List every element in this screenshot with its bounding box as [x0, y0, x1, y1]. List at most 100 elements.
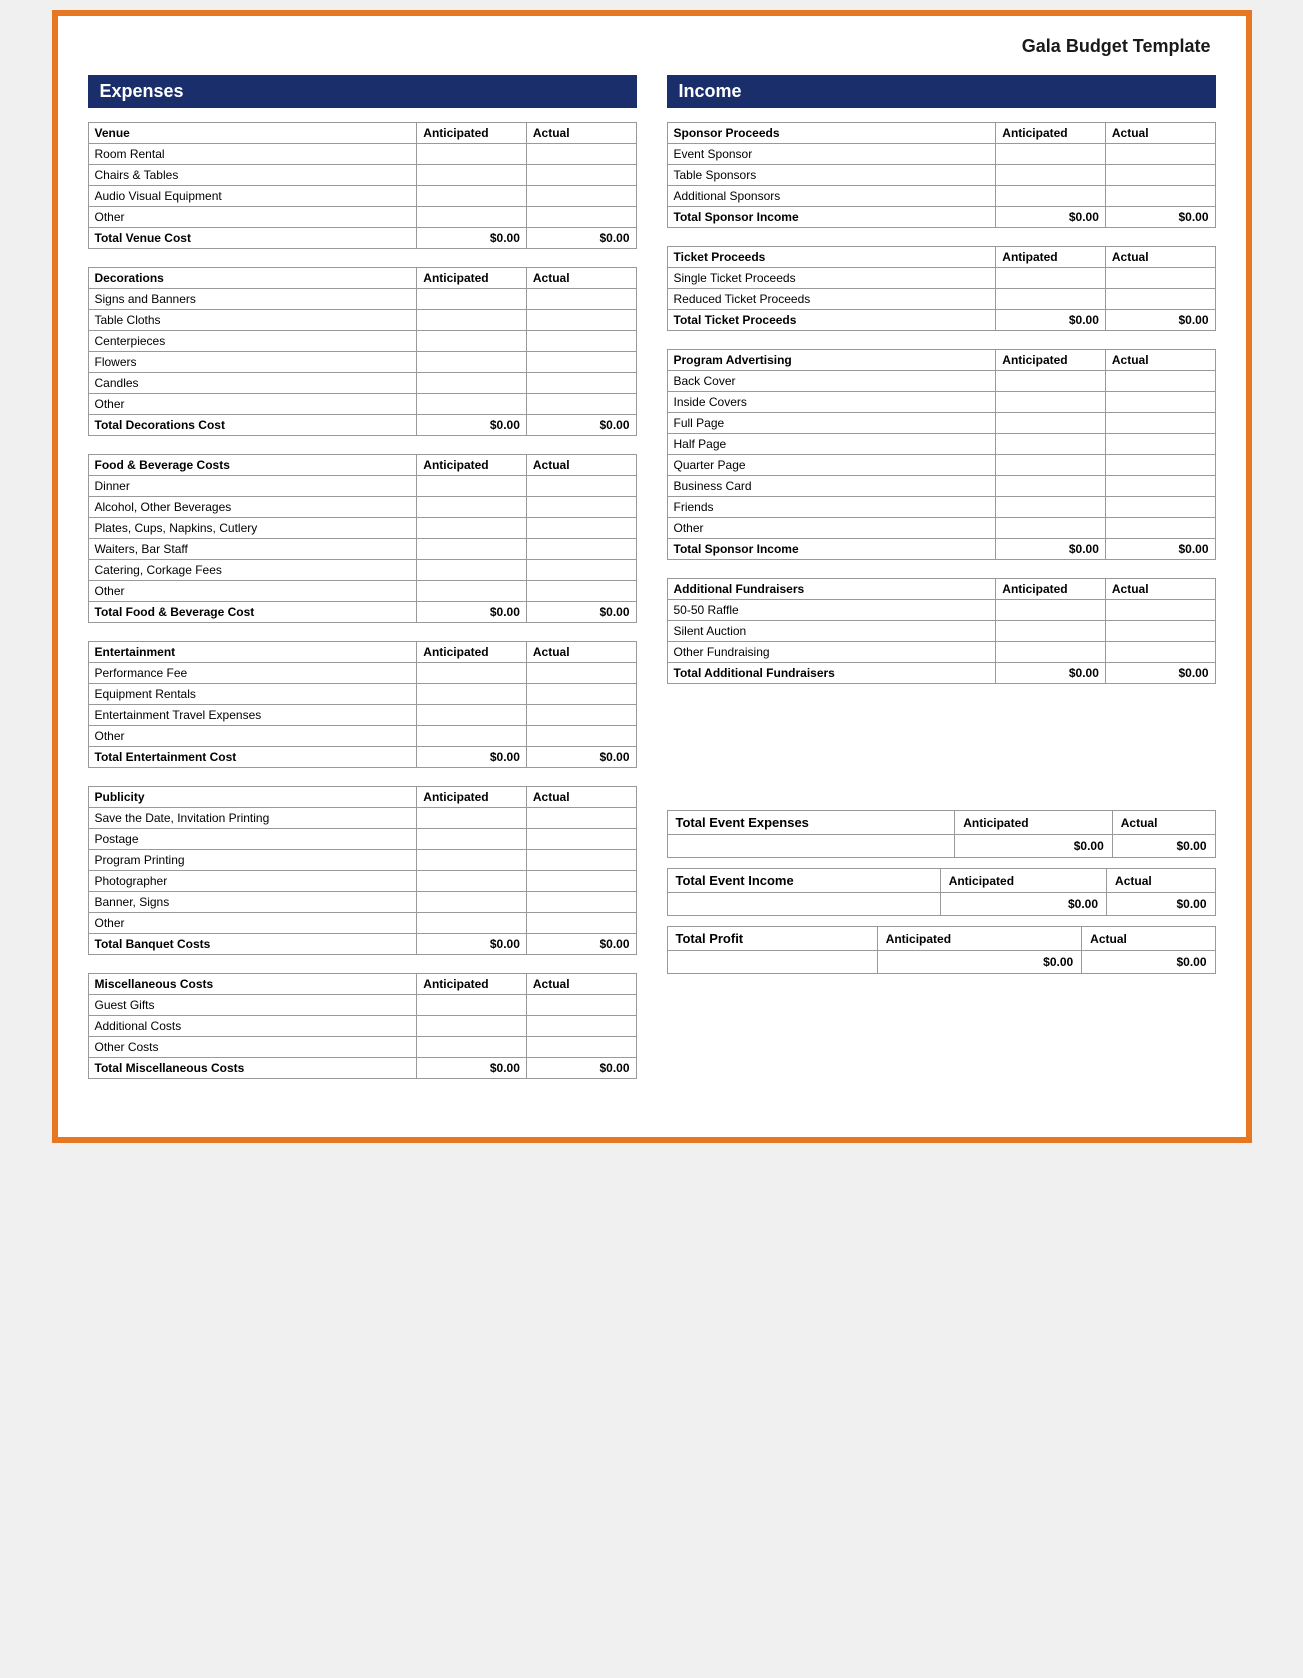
dec-total-ant: $0.00	[417, 415, 527, 436]
row-act	[526, 497, 636, 518]
row-ant	[417, 186, 527, 207]
sponsor-ant-header: Anticipated	[996, 123, 1106, 144]
row-ant	[417, 165, 527, 186]
expenses-summary-act-header: Actual	[1112, 811, 1215, 835]
food-table: Food & Beverage Costs Anticipated Actual…	[88, 454, 637, 623]
row-ant	[996, 621, 1106, 642]
table-row: Reduced Ticket Proceeds	[667, 289, 1215, 310]
row-ant	[996, 165, 1106, 186]
row-ant	[417, 352, 527, 373]
row-act	[526, 581, 636, 602]
venue-table: Venue Anticipated Actual Room RentalChai…	[88, 122, 637, 249]
row-label: Save the Date, Invitation Printing	[88, 808, 417, 829]
table-row: Signs and Banners	[88, 289, 636, 310]
ent-ant-header: Anticipated	[417, 642, 527, 663]
table-row: Waiters, Bar Staff	[88, 539, 636, 560]
row-act	[1105, 642, 1215, 663]
income-summary-table: Total Event Income Anticipated Actual $0…	[667, 868, 1216, 916]
fund-act-header: Actual	[1105, 579, 1215, 600]
venue-section-header: Venue	[88, 123, 417, 144]
row-act	[526, 663, 636, 684]
row-act	[526, 518, 636, 539]
table-row: Full Page	[667, 413, 1215, 434]
row-label: Other	[88, 581, 417, 602]
row-ant	[417, 518, 527, 539]
ent-table: Entertainment Anticipated Actual Perform…	[88, 641, 637, 768]
dec-total-label: Total Decorations Cost	[88, 415, 417, 436]
prog-ant-header: Anticipated	[996, 350, 1106, 371]
ticket-section-header: Ticket Proceeds	[667, 247, 996, 268]
row-label: Business Card	[667, 476, 996, 497]
row-act	[1105, 497, 1215, 518]
table-row: Save the Date, Invitation Printing	[88, 808, 636, 829]
sponsor-table: Sponsor Proceeds Anticipated Actual Even…	[667, 122, 1216, 228]
row-label: Quarter Page	[667, 455, 996, 476]
ticket-act-header: Actual	[1105, 247, 1215, 268]
row-label: Plates, Cups, Napkins, Cutlery	[88, 518, 417, 539]
table-row: Other	[88, 726, 636, 747]
row-ant	[417, 476, 527, 497]
row-ant	[996, 455, 1106, 476]
food-total-act: $0.00	[526, 602, 636, 623]
row-ant	[417, 850, 527, 871]
prog-table: Program Advertising Anticipated Actual B…	[667, 349, 1216, 560]
profit-summary-ant-header: Anticipated	[877, 927, 1081, 951]
row-label: Program Printing	[88, 850, 417, 871]
misc-total-ant: $0.00	[417, 1058, 527, 1079]
table-row: Room Rental	[88, 144, 636, 165]
row-act	[526, 684, 636, 705]
row-label: Waiters, Bar Staff	[88, 539, 417, 560]
row-ant	[996, 392, 1106, 413]
row-ant	[996, 476, 1106, 497]
row-ant	[417, 913, 527, 934]
row-act	[526, 310, 636, 331]
row-label: Friends	[667, 497, 996, 518]
row-act	[526, 892, 636, 913]
row-label: Banner, Signs	[88, 892, 417, 913]
row-act	[1105, 392, 1215, 413]
dec-total-act: $0.00	[526, 415, 636, 436]
row-ant	[996, 497, 1106, 518]
table-row: Photographer	[88, 871, 636, 892]
ent-section-header: Entertainment	[88, 642, 417, 663]
dec-section-header: Decorations	[88, 268, 417, 289]
row-act	[1105, 289, 1215, 310]
prog-total-ant: $0.00	[996, 539, 1106, 560]
row-ant	[996, 186, 1106, 207]
row-label: Other	[88, 394, 417, 415]
profit-summary-act-header: Actual	[1082, 927, 1215, 951]
fund-ant-header: Anticipated	[996, 579, 1106, 600]
ent-total-act: $0.00	[526, 747, 636, 768]
row-label: Room Rental	[88, 144, 417, 165]
row-ant	[417, 705, 527, 726]
table-row: Business Card	[667, 476, 1215, 497]
row-act	[1105, 621, 1215, 642]
table-row: Catering, Corkage Fees	[88, 560, 636, 581]
fund-total-act: $0.00	[1105, 663, 1215, 684]
row-act	[1105, 144, 1215, 165]
row-ant	[417, 1016, 527, 1037]
row-label: Entertainment Travel Expenses	[88, 705, 417, 726]
income-summary-ant-header: Anticipated	[940, 869, 1106, 893]
row-label: Other Costs	[88, 1037, 417, 1058]
sponsor-total-label: Total Sponsor Income	[667, 207, 996, 228]
row-ant	[417, 871, 527, 892]
row-act	[526, 289, 636, 310]
expenses-summary-label: Total Event Expenses	[667, 811, 955, 835]
row-label: Other	[667, 518, 996, 539]
row-label: Additional Sponsors	[667, 186, 996, 207]
ticket-table: Ticket Proceeds Antipated Actual Single …	[667, 246, 1216, 331]
prog-act-header: Actual	[1105, 350, 1215, 371]
misc-total-act: $0.00	[526, 1058, 636, 1079]
expenses-summary-ant: $0.00	[955, 835, 1113, 858]
expenses-summary-ant-header: Anticipated	[955, 811, 1113, 835]
main-layout: Expenses Venue Anticipated Actual Room R…	[88, 75, 1216, 1097]
fund-total-label: Total Additional Fundraisers	[667, 663, 996, 684]
table-row: Other	[88, 581, 636, 602]
row-act	[526, 539, 636, 560]
page: Gala Budget Template Expenses Venue Anti…	[52, 10, 1252, 1143]
prog-section-header: Program Advertising	[667, 350, 996, 371]
row-label: Reduced Ticket Proceeds	[667, 289, 996, 310]
venue-act-header: Actual	[526, 123, 636, 144]
table-row: Audio Visual Equipment	[88, 186, 636, 207]
